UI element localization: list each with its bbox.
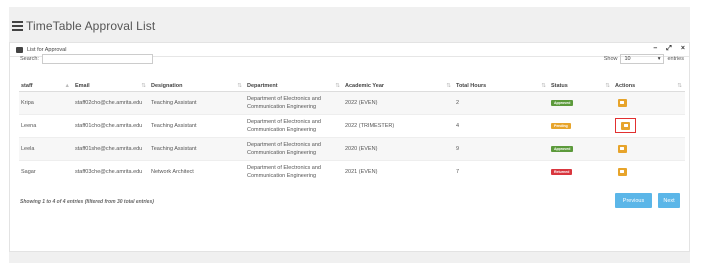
- department-cell: Department of Electronics and Communicat…: [245, 90, 343, 114]
- col-status[interactable]: Status ⇅: [549, 81, 613, 92]
- email-cell: staff01she@che.amrita.edu: [73, 136, 149, 160]
- view-icon: [623, 124, 628, 127]
- list-icon: [12, 21, 23, 31]
- email-cell: staff02cho@che.amrita.edu: [73, 90, 149, 114]
- status-badge: Returned: [551, 168, 573, 175]
- col-actions[interactable]: Actions ⇅: [613, 81, 685, 92]
- department-cell: Department of Electronics and Communicat…: [245, 136, 343, 160]
- year-cell: 2020 (EVEN): [343, 136, 454, 160]
- year-cell: 2021 (EVEN): [343, 159, 454, 183]
- table-info: Showing 1 to 4 of 4 entries (filtered fr…: [20, 199, 154, 205]
- view-button[interactable]: [617, 167, 627, 176]
- designation-cell: Teaching Assistant: [149, 136, 245, 160]
- action-wrapper: [615, 96, 629, 110]
- staff-cell: Leena: [19, 113, 73, 137]
- actions-cell: [613, 136, 685, 160]
- view-button[interactable]: [617, 144, 627, 153]
- department-cell: Department of Electronics and Communicat…: [245, 113, 343, 137]
- status-badge: Approved: [551, 99, 574, 106]
- chevron-down-icon: ▾: [657, 56, 661, 62]
- col-staff[interactable]: staff ▲: [19, 81, 73, 92]
- action-wrapper: [615, 118, 636, 133]
- col-academic-year[interactable]: Academic Year ⇅: [343, 81, 454, 92]
- actions-cell: [613, 159, 685, 183]
- col-designation[interactable]: Designation ⇅: [149, 81, 245, 92]
- email-cell: staff03che@che.amrita.edu: [73, 159, 149, 183]
- search-input[interactable]: [41, 54, 153, 64]
- status-cell: Returned: [549, 159, 613, 183]
- action-wrapper: [615, 142, 629, 156]
- status-badge: Pending: [551, 122, 571, 129]
- search-filter: Search:: [20, 54, 153, 64]
- page-title: TimeTable Approval List: [26, 19, 156, 33]
- view-icon: [620, 170, 624, 174]
- hours-cell: 7: [454, 159, 549, 183]
- view-button[interactable]: [621, 121, 630, 130]
- table-row: Leena staff01cho@che.amrita.edu Teaching A…: [19, 113, 685, 137]
- table-row: Sagar staff03che@che.amrita.edu Network Ar…: [19, 159, 685, 183]
- panel-title: List for Approval: [27, 46, 67, 53]
- pagination: Previous Next: [615, 193, 680, 208]
- col-department[interactable]: Department ⇅: [245, 81, 343, 92]
- panel-icon: [16, 46, 23, 53]
- staff-cell: Leela: [19, 136, 73, 160]
- table-row: Kripa staff02cho@che.amrita.edu Teaching A…: [19, 90, 685, 114]
- designation-cell: Teaching Assistant: [149, 90, 245, 114]
- department-cell: Department of Electronics and Communicat…: [245, 159, 343, 183]
- approval-table: staff ▲ Email ⇅ Designation ⇅ Department ⇅ A…: [19, 81, 685, 183]
- staff-cell: Sagar: [19, 159, 73, 183]
- table-row: Leela staff01she@che.amrita.edu Teaching A…: [19, 136, 685, 160]
- page-header: TimeTable Approval List: [12, 19, 155, 33]
- hours-cell: 2: [454, 90, 549, 114]
- length-suffix: entries: [667, 56, 684, 62]
- page: TimeTable Approval List List for Approva…: [9, 7, 690, 263]
- staff-cell: Kripa: [19, 90, 73, 114]
- designation-cell: Teaching Assistant: [149, 113, 245, 137]
- hours-cell: 9: [454, 136, 549, 160]
- close-icon[interactable]: ×: [681, 45, 685, 53]
- view-icon: [620, 101, 624, 104]
- length-value: 10: [624, 56, 631, 62]
- col-total-hours[interactable]: Total Hours ⇅: [454, 81, 549, 92]
- year-cell: 2022 (TRIMESTER): [343, 113, 454, 137]
- status-cell: Approved: [549, 90, 613, 114]
- col-email[interactable]: Email ⇅: [73, 81, 149, 92]
- action-wrapper: [615, 165, 629, 179]
- view-icon: [620, 147, 624, 150]
- next-button[interactable]: Next: [658, 193, 680, 208]
- designation-cell: Network Architect: [149, 159, 245, 183]
- minimize-icon[interactable]: –: [653, 45, 657, 53]
- status-badge: Approved: [551, 145, 574, 152]
- actions-cell: [613, 113, 685, 137]
- length-select[interactable]: 10 ▾: [620, 54, 665, 64]
- previous-button[interactable]: Previous: [615, 193, 652, 208]
- search-label: Search:: [20, 56, 39, 62]
- view-button[interactable]: [617, 98, 627, 107]
- status-cell: Pending: [549, 113, 613, 137]
- hours-cell: 4: [454, 113, 549, 137]
- status-cell: Approved: [549, 136, 613, 160]
- length-control: Show 10 ▾ entries: [604, 54, 684, 64]
- actions-cell: [613, 90, 685, 114]
- length-prefix: Show: [603, 56, 618, 62]
- email-cell: staff01cho@che.amrita.edu: [73, 113, 149, 137]
- expand-icon[interactable]: ⤢: [666, 45, 672, 53]
- year-cell: 2022 (EVEN): [343, 90, 454, 114]
